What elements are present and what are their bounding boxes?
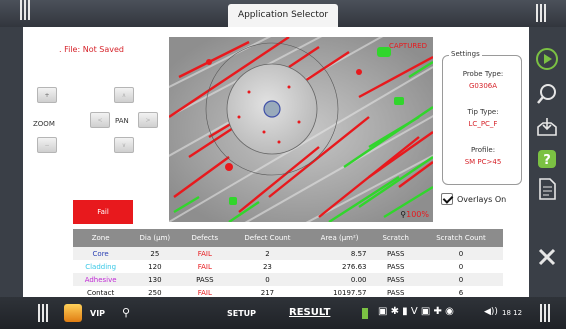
help-icon: ?: [538, 150, 556, 168]
tip-type-label: Tip Type:: [467, 108, 499, 116]
col-defect-count: Defect Count: [228, 229, 307, 247]
setup-tab[interactable]: SETUP: [227, 309, 256, 318]
bottom-left-grip[interactable]: [38, 304, 48, 322]
area-cell: 276.63: [342, 262, 367, 271]
probe-type-value: G0306A: [468, 82, 498, 90]
volume-icon: ◀)): [484, 307, 498, 317]
pan-up-button[interactable]: ∧: [114, 87, 134, 103]
scratch-count-cell: 0: [418, 273, 503, 286]
area-cell: 8.57: [306, 247, 373, 260]
col-dia: Dia (µm): [128, 229, 182, 247]
col-zone: Zone: [73, 229, 129, 247]
col-area: Area (µm²): [306, 229, 373, 247]
save-button[interactable]: [533, 115, 561, 139]
defects-cell: FAIL: [197, 262, 212, 271]
right-grip-handle[interactable]: [536, 4, 546, 22]
zone-adhesive: Adhesive: [73, 273, 129, 286]
table-row: Cladding 120 FAIL 23 276.63 PASS 0: [73, 260, 503, 273]
profile-label: Profile:: [470, 146, 496, 154]
profile-value: SM PC>45: [464, 158, 502, 166]
start-button[interactable]: [533, 47, 561, 71]
col-defects: Defects: [181, 229, 229, 247]
area-cell: 0.00: [306, 273, 373, 286]
analyze-button[interactable]: [533, 82, 561, 106]
vip-app-icon[interactable]: [64, 304, 82, 322]
close-icon: [538, 248, 556, 266]
main-panel: . File: Not Saved + ZOOM − ∧ < PAN > ∨ F…: [23, 27, 529, 297]
right-toolbar: ?: [529, 27, 566, 297]
play-icon: [536, 48, 558, 70]
search-icon[interactable]: ⚲: [122, 306, 130, 319]
zoom-label: ZOOM: [33, 120, 55, 128]
col-scratch-count: Scratch Count: [418, 229, 503, 247]
zoom-in-button[interactable]: +: [37, 87, 57, 103]
col-scratch: Scratch: [372, 229, 419, 247]
scratch-count-cell: 0: [418, 247, 503, 260]
result-tab[interactable]: RESULT: [289, 307, 330, 318]
captured-label: CAPTURED: [389, 42, 427, 50]
table-row: Adhesive 130 PASS 0 0.00 PASS 0: [73, 273, 503, 286]
settings-legend: Settings: [449, 50, 482, 58]
fiber-endface-image[interactable]: CAPTURED ⚲100%: [169, 37, 433, 222]
bottom-right-grip[interactable]: [540, 304, 550, 322]
overlays-label: Overlays On: [457, 194, 507, 204]
zone-cladding: Cladding: [85, 262, 117, 271]
help-button[interactable]: ?: [533, 147, 561, 171]
top-bar: Application Selector: [0, 0, 566, 27]
pan-down-button[interactable]: ∨: [114, 137, 134, 153]
bottom-bar: VIP ⚲ SETUP RESULT ▣ ✱ ▮ V ▣ ✚ ◉ ◀)) 18 …: [0, 297, 566, 329]
defect-count-cell: 0: [228, 273, 307, 286]
magnify-icon: [537, 84, 556, 104]
report-button[interactable]: [533, 177, 561, 201]
table-row: Core 25 FAIL 2 8.57 PASS 0: [73, 247, 503, 260]
endface-graphic: [169, 37, 433, 222]
defect-count-cell: 2: [228, 247, 307, 260]
status-icons: ▣ ✱ ▮ V ▣ ✚ ◉: [378, 306, 454, 317]
table-header-row: Zone Dia (µm) Defects Defect Count Area …: [73, 229, 503, 247]
scratch-cell: PASS: [372, 247, 419, 260]
close-button[interactable]: [533, 245, 561, 269]
application-selector-tab[interactable]: Application Selector: [228, 4, 338, 27]
dia-cell: 120: [148, 262, 162, 271]
scratch-cell: PASS: [387, 262, 405, 271]
svg-text:?: ?: [543, 153, 551, 168]
report-icon: [539, 178, 556, 200]
left-grip-handle[interactable]: [20, 0, 30, 27]
file-status: . File: Not Saved: [59, 45, 124, 54]
scratch-cell: PASS: [372, 273, 419, 286]
image-zoom-level: ⚲100%: [400, 210, 429, 219]
zoom-percent: 100%: [406, 210, 429, 219]
battery-icon: [362, 308, 368, 319]
defects-cell: PASS: [181, 273, 229, 286]
defects-cell: FAIL: [181, 247, 229, 260]
probe-type-label: Probe Type:: [462, 70, 504, 78]
overlays-checkbox[interactable]: [441, 193, 453, 205]
pan-right-button[interactable]: >: [138, 112, 158, 128]
clock: 18 12: [502, 309, 523, 317]
zone-core: Core: [73, 247, 129, 260]
vip-label[interactable]: VIP: [90, 309, 105, 318]
dia-cell: 130: [128, 273, 182, 286]
results-table: Zone Dia (µm) Defects Defect Count Area …: [73, 229, 503, 299]
scratch-count-cell: 0: [458, 262, 464, 271]
tip-type-value: LC_PC_F: [468, 120, 498, 128]
settings-group: Settings Probe Type: G0306A Tip Type: LC…: [442, 50, 522, 185]
pan-left-button[interactable]: <: [90, 112, 110, 128]
zoom-out-button[interactable]: −: [37, 137, 57, 153]
pan-label: PAN: [115, 117, 129, 125]
overlays-toggle[interactable]: Overlays On: [441, 193, 506, 205]
result-fail-badge: Fail: [73, 200, 133, 224]
save-tray-icon: [537, 118, 557, 136]
defect-count-cell: 23: [262, 262, 272, 271]
dia-cell: 25: [128, 247, 182, 260]
